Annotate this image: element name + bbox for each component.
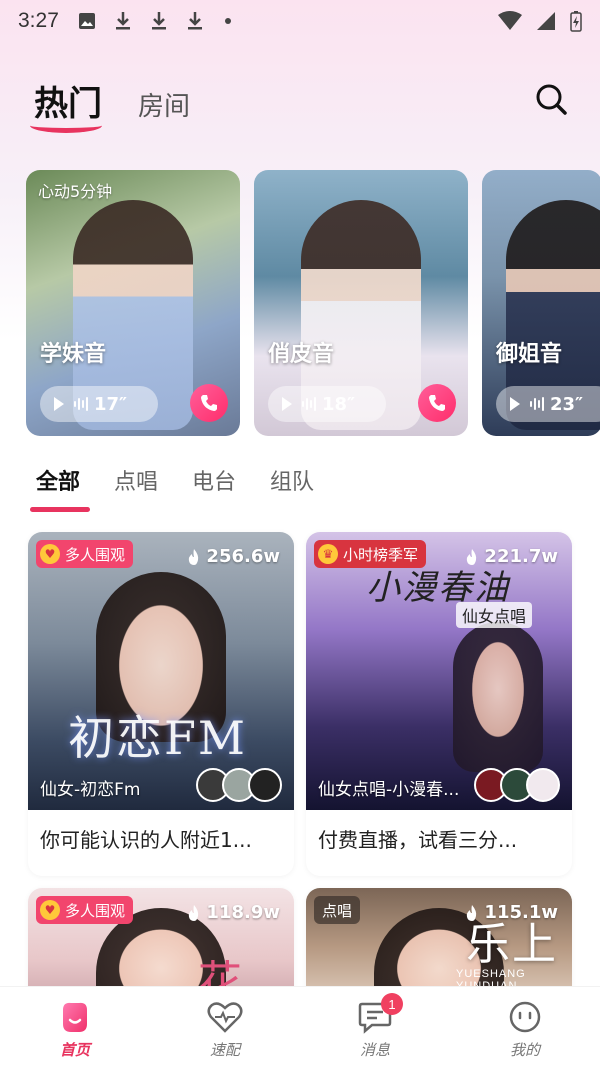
heat-value: 115.1w	[484, 902, 558, 923]
heat-value: 118.9w	[206, 902, 280, 923]
voice-card-tag: 心动5分钟	[38, 182, 113, 201]
phone-icon	[429, 395, 445, 411]
room-cover-subtitle: 仙女点唱	[456, 602, 533, 628]
heat-value: 256.6w	[206, 546, 280, 567]
tab-song-request[interactable]: 点唱	[114, 464, 158, 508]
tab-team[interactable]: 组队	[270, 464, 314, 508]
room-cover-title: 初恋FM	[68, 711, 248, 765]
voice-card[interactable]: 心动5分钟 学妹音 17″	[26, 170, 240, 436]
voice-card-name: 俏皮音	[268, 342, 335, 367]
viewer-avatars	[196, 768, 282, 802]
battery-charging-icon	[570, 10, 582, 36]
flame-icon	[189, 548, 199, 565]
room-cover-photo	[452, 622, 543, 772]
download-icon	[149, 11, 169, 31]
search-button[interactable]	[534, 82, 568, 116]
room-description: 你可能认识的人附近1...	[40, 828, 252, 852]
more-notifications-dot-icon	[224, 18, 231, 24]
nav-match[interactable]: 速配	[165, 987, 285, 1066]
status-bar: 3:27	[0, 0, 600, 42]
play-icon	[54, 397, 64, 411]
flame-icon	[467, 548, 477, 565]
status-badge: 点唱	[314, 896, 361, 924]
voice-card[interactable]: 御姐音 23″	[482, 170, 600, 436]
nav-profile[interactable]: 我的	[465, 987, 585, 1066]
category-tab-bar: 全部 点唱 电台 组队	[29, 464, 314, 512]
flame-icon	[189, 904, 199, 921]
viewer-avatars	[474, 768, 560, 802]
crown-icon: ♛	[318, 544, 338, 564]
nav-label: 速配	[209, 1041, 240, 1059]
tab-radio[interactable]: 电台	[192, 464, 236, 508]
room-host-name: 仙女-初恋Fm	[40, 780, 141, 800]
status-badge-label: 小时榜季军	[343, 545, 419, 564]
phone-icon	[201, 395, 217, 411]
voice-card-row: 心动5分钟 学妹音 17″ 俏皮音 18″ 御姐音 23″	[26, 170, 600, 436]
top-tab-bar: 热门 房间	[30, 76, 190, 133]
voice-duration: 23″	[550, 393, 584, 415]
waveform-icon	[74, 397, 88, 411]
tab-all[interactable]: 全部	[29, 464, 91, 512]
status-badge-label: 多人围观	[65, 901, 126, 920]
voice-card[interactable]: 俏皮音 18″	[254, 170, 468, 436]
heat-count: 221.7w	[466, 546, 558, 567]
voice-card-name: 御姐音	[496, 342, 563, 367]
status-badge-label: 多人围观	[65, 545, 126, 564]
waveform-icon	[530, 397, 544, 411]
voice-play-button[interactable]: 23″	[496, 386, 600, 422]
voice-duration: 17″	[94, 393, 128, 415]
voice-play-button[interactable]: 17″	[40, 386, 158, 422]
heat-value: 221.7w	[484, 546, 558, 567]
avatar	[248, 768, 282, 802]
status-badge-label: 点唱	[322, 901, 353, 920]
heat-count: 118.9w	[188, 902, 280, 923]
room-card[interactable]: 小漫春油 仙女点唱 ♛ 小时榜季军 221.7w 仙女点唱-小漫春... 付费直…	[306, 532, 572, 876]
status-badge: ♛ 小时榜季军	[314, 540, 427, 568]
heat-count: 256.6w	[188, 546, 280, 567]
room-host-name: 仙女点唱-小漫春...	[318, 780, 460, 800]
unread-badge: 1	[381, 993, 403, 1015]
download-icon	[185, 11, 205, 31]
wifi-icon	[498, 11, 522, 35]
nav-label: 我的	[509, 1041, 540, 1059]
room-cover: 初恋FM ♥ 多人围观 256.6w 仙女-初恋Fm	[28, 532, 294, 810]
nav-label: 消息	[359, 1041, 390, 1059]
heat-count: 115.1w	[466, 902, 558, 923]
call-button[interactable]	[190, 384, 228, 422]
tab-rooms[interactable]: 房间	[138, 86, 190, 125]
voice-play-button[interactable]: 18″	[268, 386, 386, 422]
nav-home[interactable]: 首页	[15, 987, 135, 1066]
play-icon	[510, 397, 520, 411]
room-card[interactable]: 初恋FM ♥ 多人围观 256.6w 仙女-初恋Fm 你可能认识的人附近1...	[28, 532, 294, 876]
avatar	[526, 768, 560, 802]
heart-pulse-icon	[207, 999, 243, 1035]
call-button[interactable]	[418, 384, 456, 422]
heart-eyes-icon: ♥	[40, 900, 60, 920]
status-badge: ♥ 多人围观	[36, 896, 134, 924]
bottom-nav: 首页 速配 1 消息 我的	[0, 986, 600, 1066]
flame-icon	[467, 904, 477, 921]
voice-card-name: 学妹音	[40, 342, 107, 367]
heart-eyes-icon: ♥	[40, 544, 60, 564]
voice-duration: 18″	[322, 393, 356, 415]
home-icon	[57, 999, 93, 1035]
download-icon	[113, 11, 133, 31]
nav-label: 首页	[59, 1041, 90, 1059]
tab-hot[interactable]: 热门	[30, 76, 102, 133]
nav-messages[interactable]: 1 消息	[315, 987, 435, 1066]
status-time: 3:27	[18, 9, 59, 32]
play-icon	[282, 397, 292, 411]
signal-icon	[536, 11, 556, 35]
room-description: 付费直播，试看三分...	[318, 828, 518, 852]
status-badge: ♥ 多人围观	[36, 540, 134, 568]
waveform-icon	[302, 397, 316, 411]
room-cover: 小漫春油 仙女点唱 ♛ 小时榜季军 221.7w 仙女点唱-小漫春...	[306, 532, 572, 810]
gallery-notification-icon	[77, 11, 97, 31]
search-icon	[536, 84, 567, 115]
profile-face-icon	[507, 999, 543, 1035]
